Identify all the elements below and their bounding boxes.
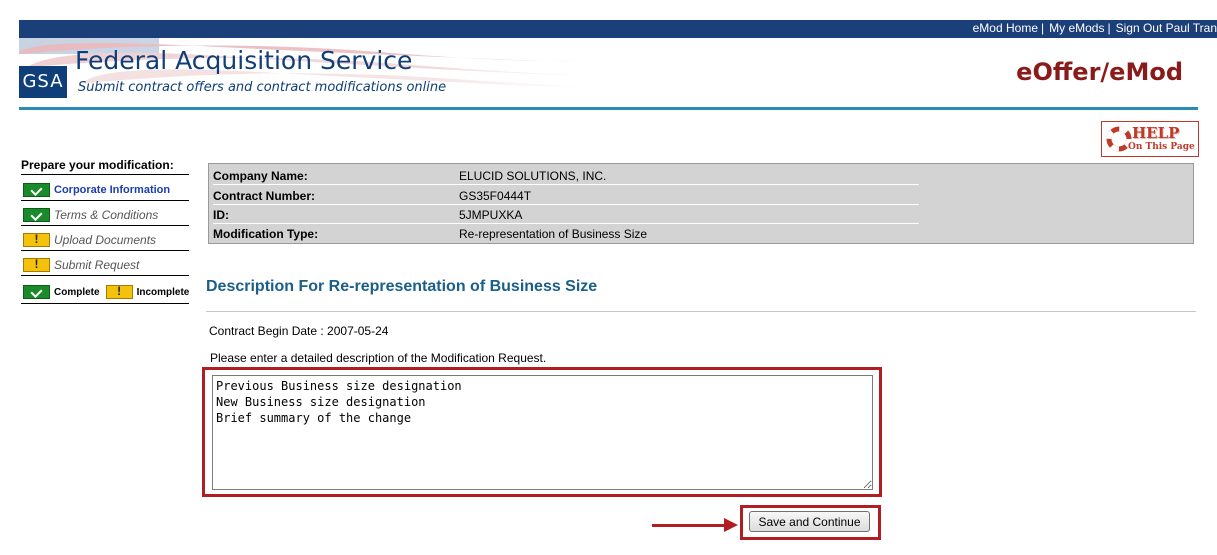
sidebar-divider (21, 250, 189, 251)
sidebar-item-label: Corporate Information (54, 184, 171, 196)
sidebar-divider (21, 174, 189, 175)
nav-separator: | (1041, 21, 1045, 35)
site-title: Federal Acquisition Service (75, 46, 413, 75)
incomplete-warning-icon (23, 257, 50, 272)
info-row-divider (213, 204, 919, 205)
emod-home-link[interactable]: eMod Home (973, 21, 1038, 35)
info-value: Re-representation of Business Size (459, 227, 648, 241)
sidebar-title: Prepare your modification: (21, 158, 174, 172)
nav-separator: | (1107, 21, 1111, 35)
description-prompt: Please enter a detailed description of t… (210, 351, 547, 365)
complete-check-icon (23, 285, 50, 299)
sidebar-item-submit-request[interactable]: Submit Request (23, 257, 139, 273)
info-value: ELUCID SOLUTIONS, INC. (459, 169, 607, 183)
contract-info-panel: Company Name: ELUCID SOLUTIONS, INC. Con… (208, 163, 1194, 244)
info-label: Company Name: (213, 169, 308, 183)
section-title: Description For Re-representation of Bus… (206, 278, 598, 295)
contract-begin-date: Contract Begin Date : 2007-05-24 (209, 324, 389, 338)
sign-out-link[interactable]: Sign Out Paul Tran (1116, 21, 1217, 35)
site-subtitle: Submit contract offers and contract modi… (78, 80, 447, 95)
status-legend: Complete Incomplete (23, 284, 195, 300)
help-label: HELP (1132, 124, 1180, 142)
info-label: Modification Type: (213, 227, 319, 241)
callout-arrow-icon (724, 518, 738, 532)
sidebar-item-label: Terms & Conditions (54, 208, 159, 222)
complete-check-icon (23, 208, 50, 222)
info-label: ID: (213, 208, 229, 222)
help-sublabel: On This Page (1128, 142, 1195, 152)
info-row-divider (213, 223, 919, 224)
app-name: eOffer/eMod (1016, 58, 1183, 86)
sidebar-item-corporate-information[interactable]: Corporate Information (23, 182, 170, 198)
sidebar-item-upload-documents[interactable]: Upload Documents (23, 232, 156, 248)
sidebar-divider (21, 303, 189, 304)
sidebar-item-label: Submit Request (54, 258, 140, 272)
info-value: 5JMPUXKA (459, 208, 523, 222)
legend-complete-label: Complete (54, 286, 100, 298)
callout-arrow-shaft (652, 524, 727, 527)
top-bar: eMod Home | My eMods | Sign Out Paul Tran (19, 20, 1217, 38)
save-and-continue-button[interactable]: Save and Continue (749, 511, 870, 532)
sidebar-divider (21, 275, 189, 276)
top-nav: eMod Home | My eMods | Sign Out Paul Tran (973, 21, 1217, 35)
info-value: GS35F0444T (459, 189, 532, 203)
sidebar-item-terms-conditions[interactable]: Terms & Conditions (23, 207, 158, 223)
sidebar-divider (21, 200, 189, 201)
help-on-this-page-button[interactable]: HELP On This Page (1101, 121, 1199, 157)
header-divider (19, 107, 1198, 110)
info-label: Contract Number: (213, 189, 316, 203)
sidebar-item-label: Upload Documents (54, 233, 157, 247)
site-header: GSA Federal Acquisition Service Submit c… (19, 38, 1198, 108)
sidebar-divider (21, 225, 189, 226)
legend-incomplete-label: Incomplete (136, 286, 190, 298)
modification-description-textarea[interactable]: Previous Business size designation New B… (212, 375, 873, 490)
info-row-divider (213, 184, 919, 185)
my-emods-link[interactable]: My eMods (1049, 21, 1104, 35)
gsa-logo: GSA (19, 66, 67, 98)
complete-check-icon (23, 183, 50, 197)
section-divider (206, 311, 1196, 312)
incomplete-warning-icon (105, 284, 133, 299)
incomplete-warning-icon (23, 232, 50, 247)
